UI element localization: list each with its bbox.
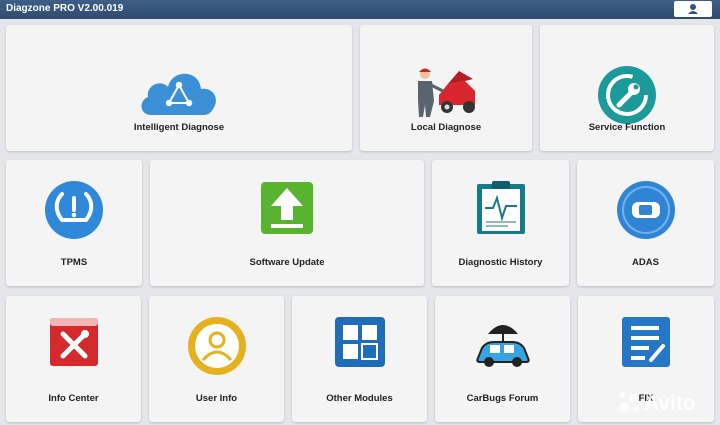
tpms-icon (45, 181, 103, 239)
tile-label: Software Update (249, 257, 325, 268)
modules-grid-icon (334, 317, 385, 367)
tile-label: ADAS (632, 257, 659, 268)
tile-label: Service Function (588, 122, 666, 133)
fix-list-icon (622, 317, 670, 367)
tile-label: CarBugs Forum (466, 393, 539, 404)
tile-label: User Info (195, 393, 238, 404)
tile-label: Other Modules (326, 393, 393, 404)
user-badge-icon (187, 317, 246, 375)
tile-software-update[interactable]: Software Update (150, 160, 424, 286)
tile-label: Diagnostic History (458, 257, 543, 268)
tile-other-modules[interactable]: Other Modules (292, 296, 427, 422)
tile-service-function[interactable]: Service Function (540, 25, 714, 151)
tile-tpms[interactable]: TPMS (6, 160, 142, 286)
app-title: Diagzone PRO V2.00.019 (6, 3, 124, 14)
car-umbrella-icon (475, 325, 530, 367)
user-icon (688, 4, 698, 14)
tile-user-info[interactable]: User Info (149, 296, 284, 422)
tile-label: Intelligent Diagnose (133, 122, 225, 133)
adas-car-icon (616, 181, 675, 239)
user-button[interactable] (674, 1, 712, 17)
clipboard-graph-icon (476, 181, 525, 234)
tile-label: TPMS (60, 257, 88, 268)
tile-carbugs-forum[interactable]: CarBugs Forum (435, 296, 570, 422)
title-bar: Diagzone PRO V2.00.019 (0, 0, 720, 19)
tile-intelligent-diagnose[interactable]: Intelligent Diagnose (6, 25, 352, 151)
watermark-text: Avito (644, 392, 696, 415)
upload-arrow-icon (261, 182, 313, 234)
toolbox-icon (49, 318, 98, 366)
tile-label: Info Center (48, 393, 99, 404)
cloud-share-icon (141, 73, 216, 115)
mechanic-car-icon (418, 68, 475, 117)
tile-info-center[interactable]: Info Center (6, 296, 141, 422)
tile-label: Local Diagnose (410, 122, 482, 133)
tile-adas[interactable]: ADAS (577, 160, 714, 286)
avito-watermark: Avito (616, 388, 712, 421)
tile-local-diagnose[interactable]: Local Diagnose (360, 25, 532, 151)
tile-diagnostic-history[interactable]: Diagnostic History (432, 160, 569, 286)
wrench-reset-icon (598, 66, 656, 124)
